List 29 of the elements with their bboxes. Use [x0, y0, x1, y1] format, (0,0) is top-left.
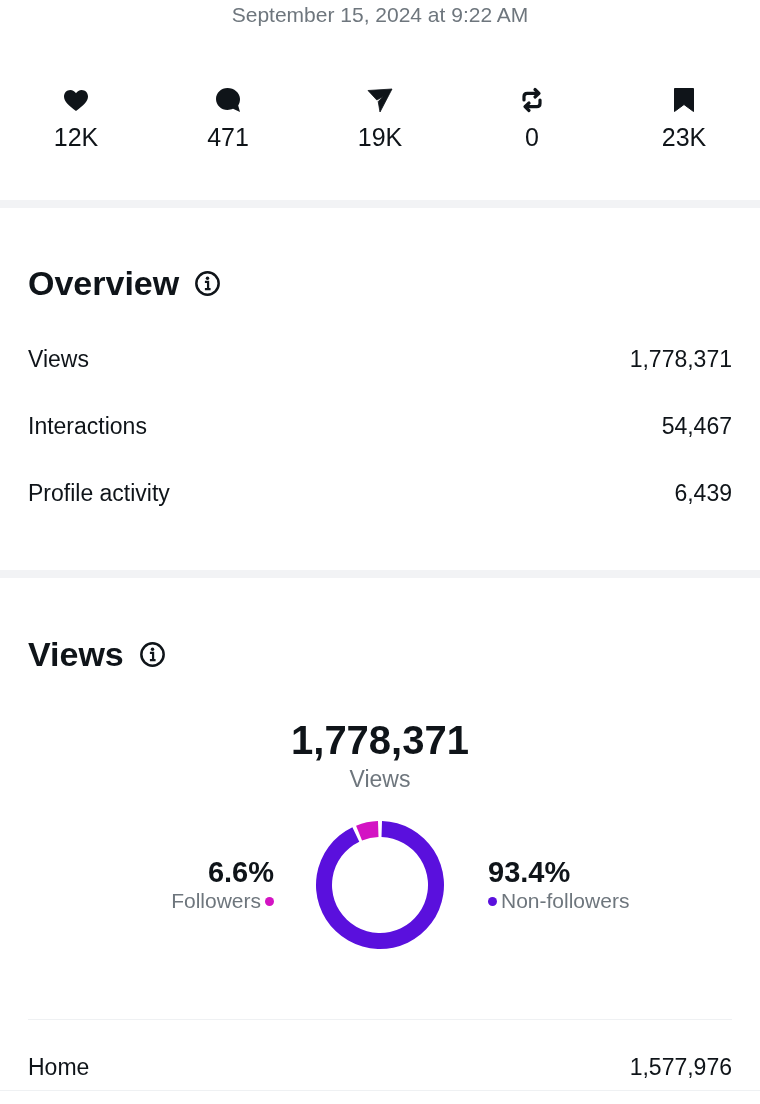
metric-label: Profile activity — [28, 480, 170, 507]
metric-value: 6,439 — [674, 480, 732, 507]
metric-value: 1,577,976 — [629, 1053, 732, 1081]
info-icon[interactable] — [195, 270, 221, 296]
metric-value: 54,467 — [661, 413, 732, 440]
heart-icon — [63, 88, 89, 112]
info-icon[interactable] — [139, 641, 165, 667]
repeat-icon — [521, 87, 543, 113]
stat-count: 12K — [53, 122, 99, 152]
metric-value: 1,778,371 — [629, 346, 732, 373]
stat-count: 471 — [207, 122, 249, 152]
legend-label: Followers — [171, 888, 261, 914]
stat-count: 19K — [357, 122, 403, 152]
stat-count: 23K — [661, 122, 707, 152]
metric-label: Interactions — [28, 413, 147, 440]
bookmark-icon — [673, 87, 695, 113]
section-title: Views — [28, 634, 124, 674]
legend-percent: 93.4% — [488, 856, 571, 888]
timestamp: September 15, 2024 at 9:22 AM — [231, 2, 529, 28]
legend-percent: 6.6% — [207, 856, 274, 888]
stat-count: 0 — [525, 122, 539, 152]
speech-bubble-icon — [215, 87, 241, 113]
views-total-label: Views — [349, 766, 411, 792]
legend-label: Non-followers — [501, 888, 630, 914]
views-total: 1,778,371 — [291, 717, 469, 764]
metric-label: Views — [28, 346, 89, 373]
metric-label: Home — [28, 1053, 90, 1081]
section-title: Overview — [28, 263, 180, 303]
paper-plane-icon — [367, 87, 393, 113]
